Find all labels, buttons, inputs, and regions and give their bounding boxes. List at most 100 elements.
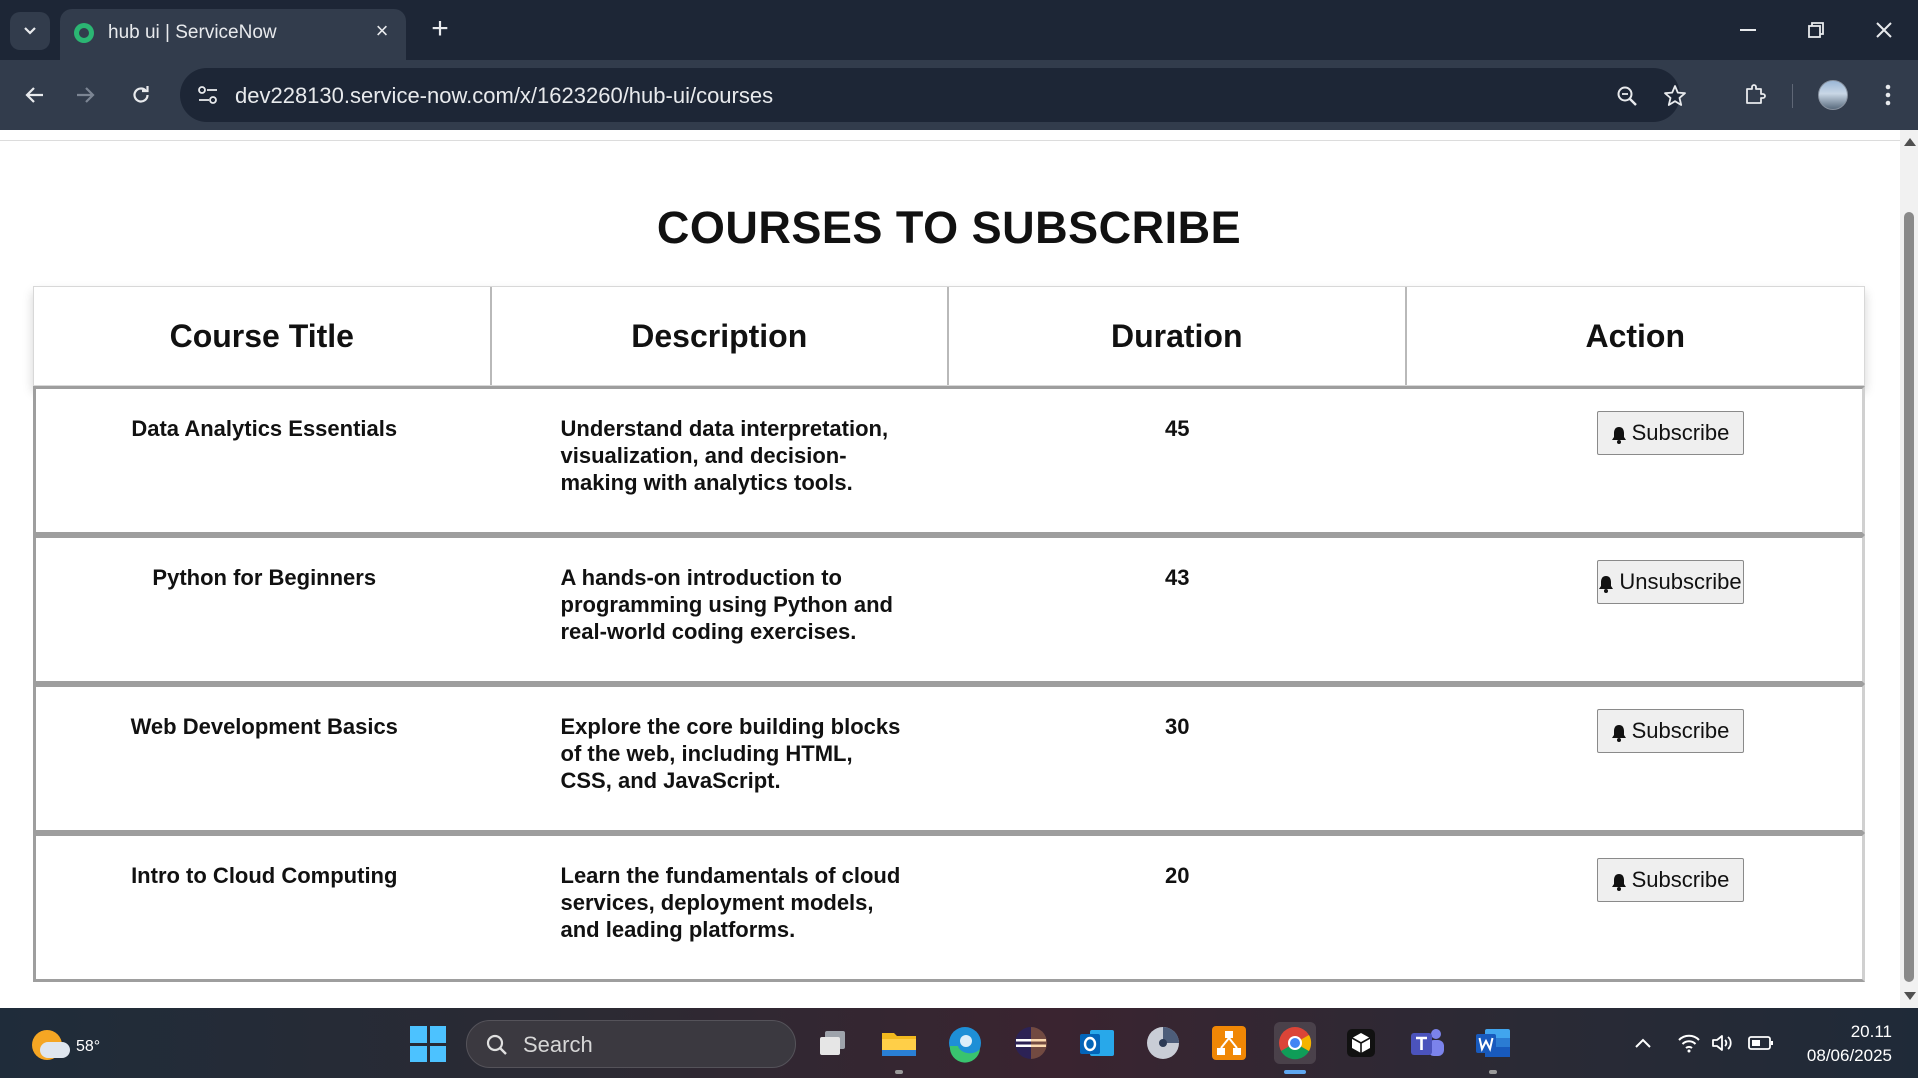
- scroll-down-arrow-icon[interactable]: [1904, 992, 1916, 1000]
- column-header-course-title: Course Title: [34, 287, 492, 385]
- arrow-right-icon: [77, 87, 95, 103]
- edge-icon: [949, 1027, 981, 1063]
- table-row: Intro to Cloud Computing Learn the funda…: [33, 833, 1865, 982]
- tab-search-button[interactable]: [10, 12, 50, 50]
- zoom-icon: [1617, 86, 1637, 106]
- puzzle-icon: [1746, 84, 1766, 104]
- course-duration: 43: [1165, 565, 1190, 590]
- table-header: Course Title Description Duration Action: [33, 286, 1865, 386]
- windows-taskbar: 58° Search 20.11 08/06/2025: [0, 1008, 1918, 1078]
- minimize-button[interactable]: [1728, 12, 1768, 48]
- minimize-icon: [1740, 29, 1756, 31]
- course-duration: 30: [1165, 714, 1190, 739]
- address-bar[interactable]: dev228130.service-now.com/x/1623260/hub-…: [180, 68, 1686, 122]
- back-button[interactable]: [14, 75, 54, 115]
- running-indicator: [895, 1070, 903, 1074]
- battery-icon: [1748, 1036, 1773, 1050]
- word-icon: [1476, 1029, 1510, 1057]
- close-tab-icon[interactable]: ×: [370, 19, 394, 43]
- chevron-down-icon: [24, 27, 36, 35]
- teams-button[interactable]: [1406, 1022, 1448, 1064]
- drawio-icon: [1212, 1026, 1246, 1060]
- subscribe-button[interactable]: Subscribe: [1596, 709, 1744, 753]
- scroll-up-arrow-icon[interactable]: [1904, 138, 1916, 146]
- subscribe-button[interactable]: Subscribe: [1596, 858, 1744, 902]
- button-label: Subscribe: [1631, 420, 1730, 445]
- clock-date: 08/06/2025: [1806, 1046, 1892, 1065]
- page-viewport: COURSES TO SUBSCRIBE Course Title Descri…: [0, 130, 1918, 1008]
- browser-toolbar: dev228130.service-now.com/x/1623260/hub-…: [0, 60, 1918, 130]
- clock-app-button[interactable]: [1142, 1022, 1184, 1064]
- clock-app-icon: [1147, 1027, 1179, 1059]
- page-title: COURSES TO SUBSCRIBE: [656, 202, 1242, 253]
- button-label: Subscribe: [1631, 867, 1730, 892]
- restore-icon: [1808, 22, 1824, 38]
- course-duration: 20: [1165, 863, 1190, 888]
- speaker-icon: [1712, 1035, 1732, 1051]
- cube-app-button[interactable]: [1340, 1022, 1382, 1064]
- new-tab-button[interactable]: +: [424, 14, 456, 46]
- arrow-left-icon: [25, 87, 43, 103]
- reload-button[interactable]: [121, 75, 161, 115]
- folder-icon: [882, 1033, 916, 1056]
- browser-tab-bar: hub ui | ServiceNow × +: [0, 0, 1918, 60]
- eclipse-icon: [1015, 1027, 1047, 1059]
- browser-menu-button[interactable]: [1868, 75, 1908, 115]
- weather-widget[interactable]: 58°: [28, 1024, 100, 1064]
- course-action-cell: Subscribe: [1406, 389, 1863, 532]
- column-header-duration: Duration: [949, 287, 1407, 385]
- page-scrollbar[interactable]: [1900, 130, 1918, 1008]
- bell-icon: [1611, 427, 1626, 444]
- course-title: Data Analytics Essentials: [131, 416, 398, 441]
- course-description: Learn the fundamentals of cloud services…: [560, 863, 901, 942]
- site-info-button[interactable]: [192, 80, 224, 110]
- profile-avatar[interactable]: [1818, 80, 1848, 110]
- browser-tab-active[interactable]: hub ui | ServiceNow ×: [60, 9, 406, 60]
- word-button[interactable]: [1472, 1022, 1514, 1064]
- taskbar-clock[interactable]: 20.11 08/06/2025: [1807, 1020, 1892, 1068]
- running-indicator: [1489, 1070, 1497, 1074]
- outlook-button[interactable]: [1076, 1022, 1118, 1064]
- chrome-button[interactable]: [1274, 1022, 1316, 1064]
- button-label: Unsubscribe: [1619, 569, 1742, 594]
- extensions-button[interactable]: [1735, 75, 1775, 115]
- scrollbar-thumb[interactable]: [1904, 212, 1914, 982]
- zoom-button[interactable]: [1611, 80, 1643, 112]
- clock-time: 20.11: [1850, 1022, 1892, 1041]
- windows-logo-icon: [410, 1026, 427, 1043]
- table-row: Web Development Basics Explore the core …: [33, 684, 1865, 833]
- course-action-cell: Subscribe: [1406, 687, 1863, 830]
- course-duration: 45: [1165, 416, 1190, 441]
- search-placeholder: Search: [523, 1032, 593, 1057]
- star-icon: [1664, 85, 1686, 106]
- course-description: A hands-on introduction to programming u…: [560, 565, 893, 644]
- volume-button[interactable]: [1710, 1030, 1736, 1056]
- taskbar-search-box[interactable]: Search: [466, 1020, 796, 1068]
- wifi-icon: [1678, 1034, 1700, 1053]
- task-view-icon: [820, 1031, 845, 1055]
- search-icon: [486, 1034, 507, 1055]
- chevron-up-icon: [1635, 1038, 1651, 1048]
- restore-button[interactable]: [1796, 12, 1836, 48]
- start-button[interactable]: [410, 1026, 446, 1062]
- teams-icon: [1411, 1029, 1444, 1056]
- bell-icon: [1599, 576, 1614, 593]
- unsubscribe-button[interactable]: Unsubscribe: [1596, 560, 1744, 604]
- file-explorer-button[interactable]: [878, 1022, 920, 1064]
- eclipse-button[interactable]: [1010, 1022, 1052, 1064]
- drawio-button[interactable]: [1208, 1022, 1250, 1064]
- task-view-button[interactable]: [812, 1022, 854, 1064]
- bookmark-button[interactable]: [1659, 80, 1691, 112]
- battery-button[interactable]: [1748, 1030, 1774, 1056]
- network-button[interactable]: [1676, 1030, 1702, 1056]
- outlook-icon: [1080, 1030, 1114, 1056]
- edge-button[interactable]: [944, 1022, 986, 1064]
- subscribe-button[interactable]: Subscribe: [1596, 411, 1744, 455]
- forward-button[interactable]: [66, 75, 106, 115]
- url-text: dev228130.service-now.com/x/1623260/hub-…: [235, 83, 774, 108]
- tune-icon: [198, 86, 217, 104]
- course-description: Explore the core building blocks of the …: [560, 714, 901, 793]
- show-hidden-icons-button[interactable]: [1630, 1030, 1656, 1056]
- close-window-button[interactable]: [1864, 12, 1904, 48]
- toolbar-separator: [1792, 84, 1793, 108]
